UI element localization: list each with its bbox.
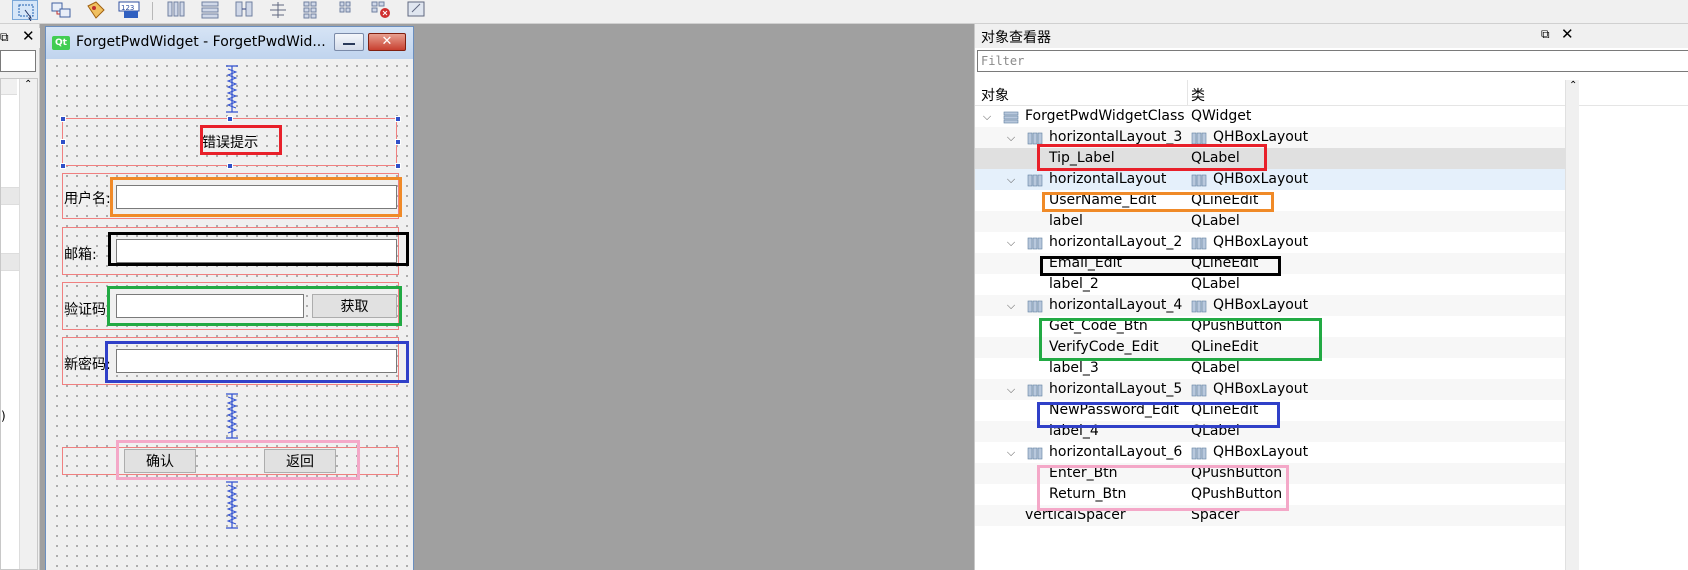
scrollbar[interactable]: ⌃ (19, 79, 37, 569)
form-canvas[interactable]: 错误提示 用户名: 邮箱: 验证码: 获取 新密码: 确认 返回 (50, 59, 409, 570)
designer-toolbar: 123 (0, 0, 1688, 24)
chevron-down-icon[interactable]: ⌵ (1005, 232, 1017, 253)
chevron-up-icon[interactable]: ⌃ (1569, 80, 1577, 91)
tree-row[interactable]: label_2 QLabel (975, 274, 1565, 295)
annotation-box-black (108, 232, 409, 266)
adjust-size-icon[interactable] (404, 0, 430, 20)
column-header-class[interactable]: 类 (1191, 85, 1205, 105)
chevron-down-icon[interactable]: ⌵ (1005, 127, 1017, 148)
truncated-text: ) (1, 409, 6, 423)
layout-icon (1027, 383, 1043, 397)
float-icon[interactable]: ⧉ (1541, 27, 1550, 42)
layout-icon (1191, 236, 1207, 250)
tree-row[interactable]: ⌵ horizontalLayout_6 QHBoxLayout (975, 442, 1565, 463)
filter-input[interactable]: Filter (977, 50, 1688, 72)
inspector-title-bar: 对象查看器 ⧉ ✕ (975, 24, 1688, 48)
lay-out-vertically-icon[interactable] (198, 0, 224, 20)
minimize-icon (343, 43, 355, 45)
float-icon[interactable]: ⧉ (0, 30, 9, 45)
lay-out-form-icon[interactable] (266, 0, 292, 20)
inspector-title: 对象查看器 (981, 30, 1051, 46)
annotation-box-blue (1037, 402, 1280, 428)
widget-box-dock: ⧉ ✕ ⌃ ) (0, 24, 40, 570)
tree-row[interactable]: ⌵ horizontalLayout_2 QHBoxLayout (975, 232, 1565, 253)
annotation-box-blue (105, 341, 409, 383)
edit-signals-icon[interactable] (48, 0, 74, 20)
layout-icon (1191, 131, 1207, 145)
break-layout-icon[interactable] (368, 0, 394, 20)
svg-text:123: 123 (121, 4, 134, 12)
annotation-box-orange (1042, 192, 1274, 212)
email-label: 邮箱: (64, 247, 97, 263)
tree-row[interactable]: label QLabel (975, 211, 1565, 232)
form-preview-window: Qt ForgetPwdWidget - ForgetPwdWid... ✕ 错… (45, 26, 414, 570)
layout-icon (1027, 173, 1043, 187)
annotation-box-green (1039, 318, 1322, 361)
layout-icon (1027, 299, 1043, 313)
layout-icon (1027, 131, 1043, 145)
chevron-down-icon[interactable]: ⌵ (1005, 379, 1017, 400)
close-icon: ✕ (381, 34, 393, 49)
annotation-box-black (1040, 256, 1281, 276)
close-button[interactable]: ✕ (368, 33, 406, 51)
new-password-label: 新密码: (64, 357, 111, 373)
widget-icon (1003, 110, 1019, 124)
tree-header: 对象 类 (975, 80, 1688, 106)
annotation-box-red (200, 125, 282, 155)
layout-icon (1027, 446, 1043, 460)
column-header-object[interactable]: 对象 (981, 85, 1009, 105)
layout-icon (1191, 299, 1207, 313)
close-icon[interactable]: ✕ (22, 27, 35, 45)
widget-list[interactable]: ⌃ ) (0, 78, 38, 570)
object-tree[interactable]: ⌵ ForgetPwdWidgetClass QWidget ⌵ horizon… (975, 106, 1565, 570)
verify-code-label: 验证码: (64, 302, 111, 318)
select-widget-icon[interactable] (12, 0, 38, 22)
window-title: ForgetPwdWidget - ForgetPwdWid... (76, 34, 326, 50)
chevron-down-icon[interactable]: ⌵ (1005, 169, 1017, 190)
chevron-down-icon[interactable]: ⌵ (1005, 295, 1017, 316)
annotation-box-pink (116, 440, 360, 480)
tree-row[interactable]: label_3 QLabel (975, 358, 1565, 379)
lay-out-horizontally-icon[interactable] (164, 0, 190, 20)
tree-row[interactable]: ⌵ ForgetPwdWidgetClass QWidget (975, 106, 1565, 127)
annotation-box-orange (110, 177, 402, 217)
chevron-down-icon[interactable]: ⌵ (1005, 442, 1017, 463)
minimize-button[interactable] (334, 33, 364, 51)
username-label: 用户名: (64, 191, 111, 207)
qt-logo-icon: Qt (52, 36, 70, 50)
tree-row[interactable]: ⌵ horizontalLayout_4 QHBoxLayout (975, 295, 1565, 316)
layout-icon (1191, 383, 1207, 397)
lay-out-splitter-icon[interactable] (232, 0, 258, 20)
layout-icon (1191, 446, 1207, 460)
annotation-box-pink (1037, 465, 1289, 511)
inspector-scrollbar[interactable]: ⌃ (1565, 80, 1579, 570)
annotation-box-green (107, 286, 402, 326)
annotation-box-red (1037, 144, 1267, 171)
chevron-up-icon[interactable]: ⌃ (24, 79, 32, 90)
vertical-spacer-middle[interactable] (224, 393, 240, 439)
lay-out-grid-icon[interactable] (334, 0, 360, 20)
widget-filter-input[interactable] (0, 50, 36, 72)
chevron-down-icon[interactable]: ⌵ (981, 106, 993, 127)
lay-out-grid-icon[interactable] (300, 0, 326, 20)
layout-icon (1027, 236, 1043, 250)
tree-row[interactable]: ⌵ horizontalLayout QHBoxLayout (975, 169, 1565, 190)
vertical-spacer-bottom[interactable] (224, 481, 240, 529)
edit-tab-order-icon[interactable]: 123 (116, 0, 142, 20)
vertical-spacer-top[interactable] (224, 65, 240, 113)
object-inspector-dock: 对象查看器 ⧉ ✕ Filter 对象 类 ⌃ ⌵ ForgetPwdWidge… (974, 24, 1688, 570)
layout-icon (1191, 173, 1207, 187)
form-title-bar[interactable]: Qt ForgetPwdWidget - ForgetPwdWid... ✕ (46, 27, 413, 59)
close-icon[interactable]: ✕ (1561, 25, 1574, 43)
tree-row[interactable]: ⌵ horizontalLayout_5 QHBoxLayout (975, 379, 1565, 400)
edit-buddies-icon[interactable] (82, 0, 108, 20)
